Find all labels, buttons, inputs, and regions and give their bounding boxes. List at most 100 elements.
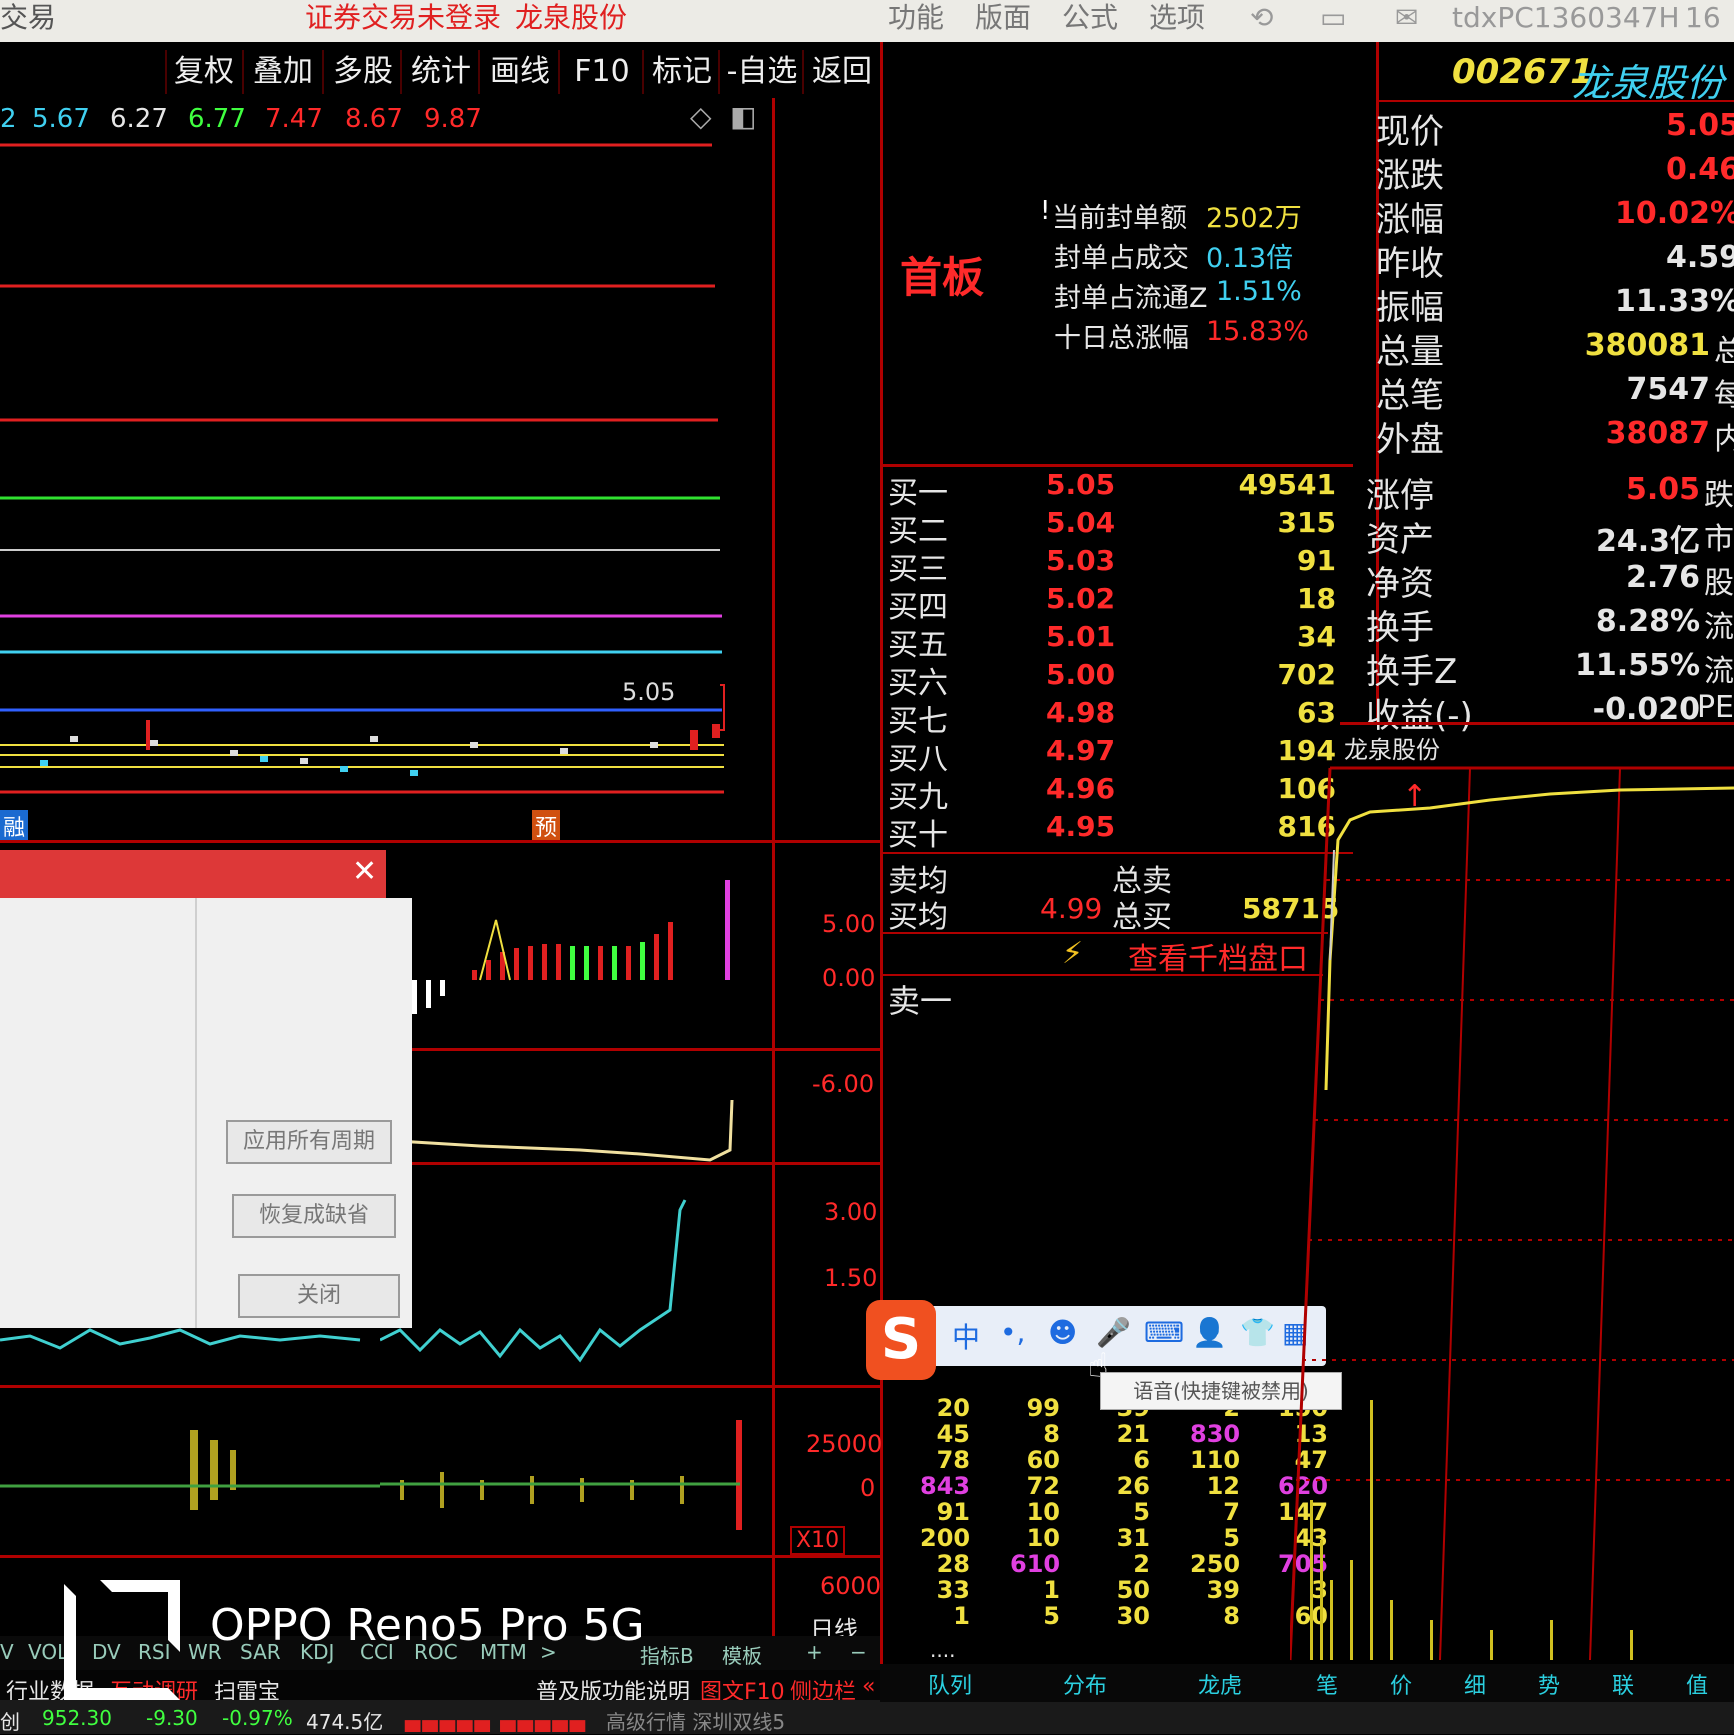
kline-marker-right[interactable]: 预 — [532, 810, 561, 842]
mail-icon[interactable]: ✉ — [1395, 0, 1418, 36]
add-tab-button[interactable]: + — [806, 1640, 823, 1664]
user-icon[interactable]: 👤 — [1192, 1316, 1227, 1349]
ime-mode[interactable]: 中 — [952, 1316, 980, 1356]
quote-label: 换手 — [1366, 608, 1434, 648]
refresh-icon[interactable]: ⟲ — [1250, 0, 1273, 36]
f10-button[interactable]: F10 — [558, 50, 644, 94]
bid-price: 5.01 — [1046, 620, 1116, 653]
tab-value[interactable]: 值 — [1686, 1668, 1708, 1700]
queue-cell: 33 — [936, 1576, 970, 1604]
seal-info-value: 15.83% — [1206, 316, 1309, 347]
market-feed-status[interactable]: 高级行情 深圳双线5 — [606, 1706, 785, 1735]
overlay-button[interactable]: 叠加 — [242, 50, 322, 94]
tab-distribution[interactable]: 分布 — [1063, 1668, 1107, 1700]
quote-value: 0.46 — [1665, 152, 1734, 187]
seal-info-panel: 当前封单额 2502万 封单占成交 0.13倍 封单占流通Z 1.51% 十日总涨幅 15.8… — [1052, 196, 1309, 354]
view-depth-link[interactable]: 查看千档盘口 — [1128, 934, 1308, 978]
apply-all-periods-button[interactable]: 应用所有周期 — [226, 1120, 392, 1164]
indicator-b-tab[interactable]: 指标B — [640, 1640, 694, 1669]
bid-row[interactable]: 买八 4.97 194 — [886, 734, 1346, 777]
close-icon[interactable]: ✕ — [352, 854, 377, 889]
close-button[interactable]: 关闭 — [238, 1274, 400, 1318]
tab-dragon-tiger[interactable]: 龙虎 — [1198, 1668, 1242, 1700]
bid-row[interactable]: 买三 5.03 91 — [886, 544, 1346, 587]
quote-row: 换手 8.28% 流 — [1350, 600, 1734, 648]
grid-line — [0, 840, 880, 843]
grid-line — [883, 852, 1353, 854]
bid-volume: 91 — [1297, 544, 1336, 577]
menu-layout[interactable]: 版面 — [975, 0, 1031, 36]
queue-cell: 1 — [1043, 1576, 1060, 1604]
ime-logo[interactable]: S — [866, 1300, 936, 1380]
bid-row[interactable]: 买一 5.05 49541 — [886, 468, 1346, 511]
skin-icon[interactable]: 👕 — [1240, 1316, 1275, 1349]
queue-more[interactable]: .... — [930, 1638, 955, 1662]
scale-x10-label[interactable]: X10 — [790, 1526, 846, 1555]
bid-row[interactable]: 买七 4.98 63 — [886, 696, 1346, 739]
quote-row: 资产 24.3亿市 — [1350, 512, 1734, 560]
bid-row[interactable]: 买五 5.01 34 — [886, 620, 1346, 663]
template-tab[interactable]: 模板 — [722, 1640, 762, 1669]
seal-info-row: 当前封单额 2502万 — [1052, 196, 1312, 234]
menu-function[interactable]: 功能 — [888, 0, 944, 36]
tab-price[interactable]: 价 — [1390, 1668, 1412, 1700]
collapse-icon[interactable]: « — [862, 1674, 875, 1699]
seal-info-label: 当前封单额 — [1052, 203, 1187, 234]
bid-row[interactable]: 买九 4.96 106 — [886, 772, 1346, 815]
tab-queue[interactable]: 队列 — [928, 1668, 972, 1700]
tab-detail[interactable]: 细 — [1464, 1668, 1486, 1700]
panel-toggle-icon[interactable]: ◧ — [730, 100, 756, 133]
queue-cell: 843 — [920, 1472, 971, 1500]
bid-row[interactable]: 买四 5.02 18 — [886, 582, 1346, 625]
keyboard-icon[interactable]: ⌨ — [1144, 1316, 1184, 1349]
kline-marker-left[interactable]: 融 — [0, 810, 29, 842]
login-status[interactable]: 证券交易未登录 — [305, 0, 501, 36]
statistics-button[interactable]: 统计 — [400, 50, 480, 94]
bid-row[interactable]: 买十 4.95 816 — [886, 810, 1346, 853]
back-button[interactable]: 返回 — [802, 50, 880, 94]
quote-label: 资产 — [1366, 520, 1434, 560]
grid-line — [1376, 100, 1734, 102]
buy-avg-value: 4.99 — [1040, 892, 1103, 925]
queue-cell: 50 — [1116, 1576, 1150, 1604]
mark-button[interactable]: 标记 — [642, 50, 720, 94]
watchlist-button[interactable]: -自选 — [718, 50, 804, 94]
bid-row[interactable]: 买六 5.00 702 — [886, 658, 1346, 701]
quote-row: 昨收 4.59 — [1360, 236, 1734, 284]
tab-trend[interactable]: 势 — [1538, 1668, 1560, 1700]
menu-options[interactable]: 选项 — [1149, 0, 1205, 36]
tab-trades[interactable]: 笔 — [1316, 1668, 1338, 1700]
menu-formula[interactable]: 公式 — [1062, 0, 1118, 36]
indicator-tab[interactable]: V — [0, 1640, 14, 1664]
microphone-icon[interactable]: 🎤 — [1096, 1316, 1131, 1349]
queue-cell: 78 — [936, 1446, 970, 1474]
save-icon[interactable]: ▭ — [1320, 0, 1346, 36]
seal-info-label: 封单占成交 — [1054, 243, 1189, 274]
quote-row: 涨停 5.05 跌 — [1350, 468, 1734, 516]
restore-default-button[interactable]: 恢复成缺省 — [232, 1194, 396, 1238]
tab-linked[interactable]: 联 — [1612, 1668, 1634, 1700]
diamond-icon[interactable]: ◇ — [690, 100, 712, 133]
draw-line-button[interactable]: 画线 — [478, 50, 560, 94]
queue-cell: 10 — [1026, 1524, 1060, 1552]
quote-label: 净资 — [1366, 564, 1434, 604]
quote-value: 24.3亿 — [1595, 524, 1700, 559]
kline-chart[interactable] — [0, 130, 880, 830]
indicator-charts[interactable] — [380, 860, 780, 1660]
indicator-tab[interactable]: VOL — [28, 1640, 68, 1664]
punctuation-icon[interactable]: •, — [1000, 1316, 1025, 1349]
title-left-text: 交易 — [0, 1, 57, 34]
quote-extra: 总 — [1714, 334, 1734, 369]
remove-tab-button[interactable]: − — [850, 1640, 867, 1664]
bid-label: 买十 — [888, 818, 948, 853]
bid-row[interactable]: 买二 5.04 315 — [886, 506, 1346, 549]
restore-rights-button[interactable]: 复权 — [165, 50, 241, 94]
queue-cell: 28 — [936, 1550, 970, 1578]
queue-cell: 5 — [1043, 1602, 1060, 1630]
emoji-icon[interactable]: ☻ — [1048, 1316, 1077, 1349]
multi-stock-button[interactable]: 多股 — [322, 50, 402, 94]
left-indicator-chart — [0, 1328, 380, 1510]
intraday-mini-chart[interactable]: ↑ — [1290, 760, 1734, 1670]
total-buy-label: 总买 — [1112, 900, 1172, 935]
quote-extra: 流 — [1704, 654, 1734, 689]
